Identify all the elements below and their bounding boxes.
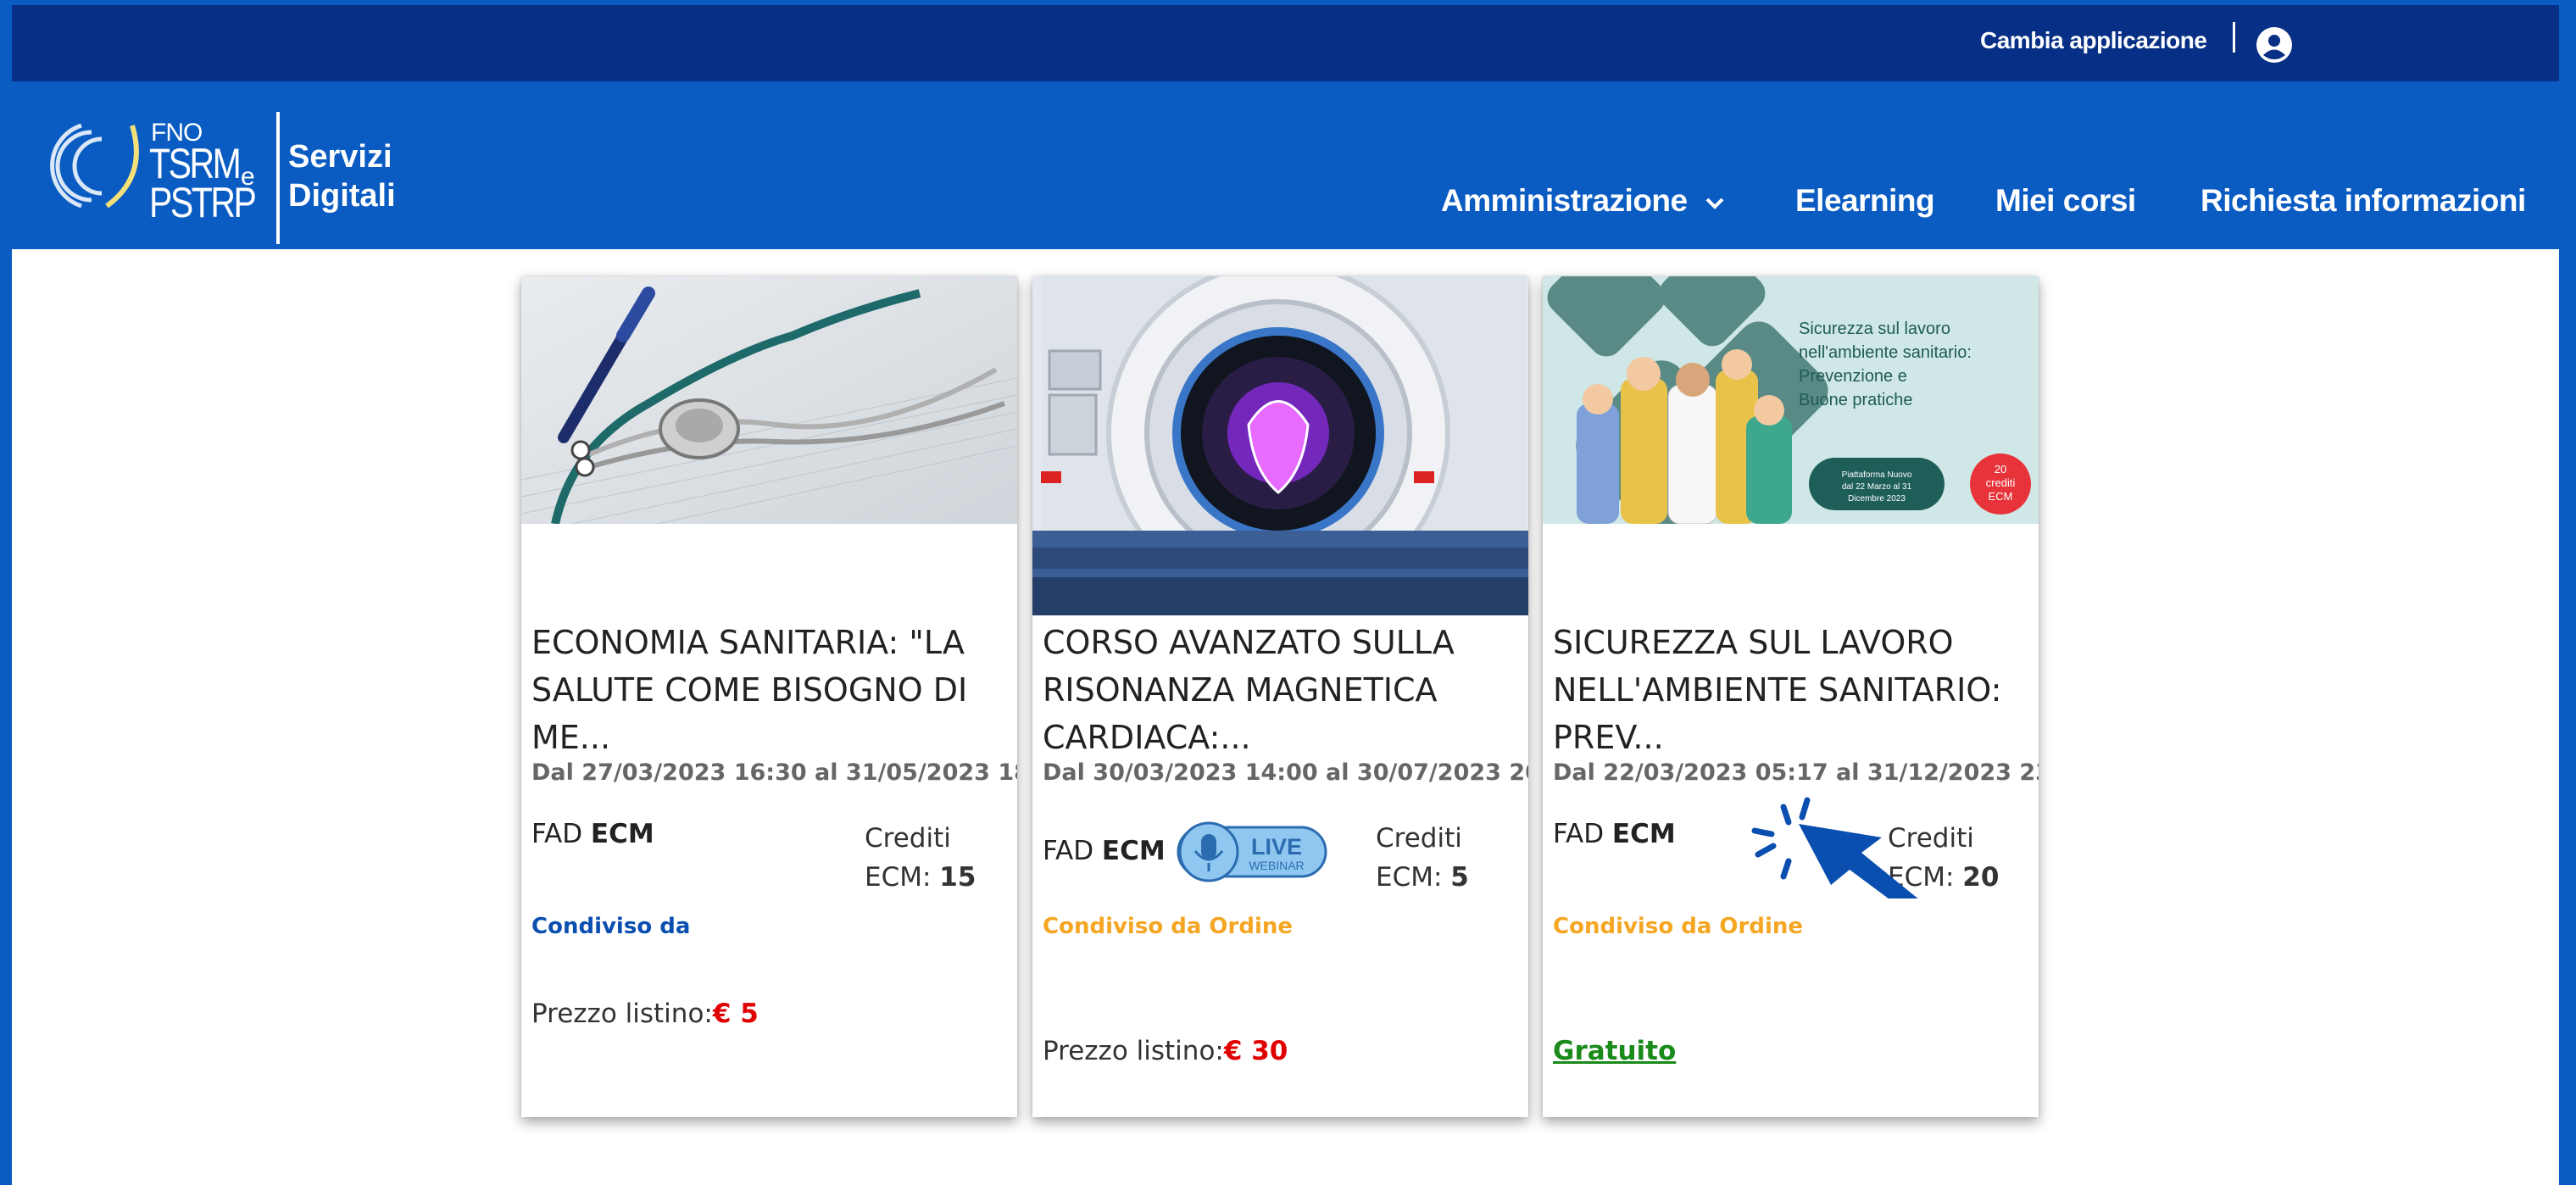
banner-badge-line3: ECM bbox=[1989, 490, 2013, 503]
credits-ecm-label: ECM: bbox=[865, 862, 932, 893]
nav-amministrazione[interactable]: Amministrazione bbox=[1441, 183, 1728, 219]
banner-pill-line3: Dicembre 2023 bbox=[1848, 494, 1906, 503]
logo-rings-icon bbox=[50, 123, 139, 209]
banner-pill-line1: Piattaforma Nuovo bbox=[1842, 470, 1912, 480]
separator bbox=[2233, 22, 2235, 53]
header: FNO TSRM e PSTRP Servizi Digitali Ammini… bbox=[0, 81, 2576, 249]
course-credits: Crediti ECM: 15 bbox=[865, 819, 976, 897]
price-value: € 30 bbox=[1223, 1036, 1288, 1066]
shared-by: Condiviso da Ordine bbox=[1553, 914, 1804, 939]
banner-text-line1: Sicurezza sul lavoro bbox=[1799, 320, 1950, 338]
banner-badge-line2: crediti bbox=[1986, 476, 2016, 489]
mri-scanner-image bbox=[1032, 276, 1528, 615]
user-circle-icon[interactable] bbox=[2255, 25, 2294, 64]
nav-amministrazione-label: Amministrazione bbox=[1441, 183, 1688, 218]
course-title[interactable]: ECONOMIA SANITARIA: "LA SALUTE COME BISO… bbox=[531, 619, 1006, 761]
nav-richiesta-informazioni[interactable]: Richiesta informazioni bbox=[2200, 183, 2526, 219]
credits-value: 20 bbox=[1962, 862, 2000, 893]
credits-value: 15 bbox=[939, 862, 976, 893]
price-value: € 5 bbox=[712, 999, 759, 1029]
nav-elearning[interactable]: Elearning bbox=[1795, 183, 1935, 219]
course-title[interactable]: SICUREZZA SUL LAVORO NELL'AMBIENTE SANIT… bbox=[1553, 619, 2028, 761]
credits-label: Crediti bbox=[1376, 823, 1462, 854]
banner-text-line2: nell'ambiente sanitario: bbox=[1799, 343, 1972, 362]
course-type-ecm: ECM bbox=[1611, 819, 1676, 849]
banner-text-line4: Buone pratiche bbox=[1799, 391, 1913, 409]
course-type-prefix: FAD bbox=[531, 819, 583, 849]
course-dates: Dal 22/03/2023 05:17 al 31/12/2023 23:59 bbox=[1553, 759, 2039, 786]
shared-by: Condiviso da bbox=[531, 914, 691, 939]
logo-divider bbox=[276, 112, 280, 244]
course-credits: Crediti ECM: 5 bbox=[1376, 819, 1469, 897]
logo-pstrp: PSTRP bbox=[149, 179, 257, 226]
credits-value: 5 bbox=[1450, 862, 1469, 893]
course-type-prefix: FAD bbox=[1043, 836, 1094, 866]
course-type: FAD ECM bbox=[1043, 836, 1166, 866]
course-type: FAD ECM bbox=[1553, 819, 1676, 849]
price-label: Prezzo listino: bbox=[1043, 1036, 1224, 1066]
course-card[interactable]: CORSO AVANZATO SULLA RISONANZA MAGNETICA… bbox=[1032, 276, 1528, 1117]
shared-by: Condiviso da Ordine bbox=[1043, 914, 1294, 939]
course-type-prefix: FAD bbox=[1553, 819, 1605, 849]
banner-badge-line1: 20 bbox=[1995, 463, 2006, 476]
live-text: LIVE bbox=[1251, 834, 1302, 860]
live-webinar-badge: LIVE WEBINAR bbox=[1177, 821, 1327, 882]
credits-label: Crediti bbox=[865, 823, 951, 854]
course-dates: Dal 27/03/2023 16:30 al 31/05/2023 18:30 bbox=[531, 759, 1017, 786]
course-card[interactable]: ECONOMIA SANITARIA: "LA SALUTE COME BISO… bbox=[521, 276, 1017, 1117]
banner-text-line3: Prevenzione e bbox=[1799, 367, 1907, 386]
logo-tsrm: TSRM bbox=[149, 140, 242, 187]
credits-ecm-label: ECM: bbox=[1376, 862, 1443, 893]
safety-banner-image: Sicurezza sul lavoro nell'ambiente sanit… bbox=[1543, 276, 2039, 524]
course-card[interactable]: Sicurezza sul lavoro nell'ambiente sanit… bbox=[1543, 276, 2039, 1117]
course-dates: Dal 30/03/2023 14:00 al 30/07/2023 20:00 bbox=[1043, 759, 1528, 786]
fno-logo[interactable]: FNO TSRM e PSTRP Servizi Digitali bbox=[47, 97, 403, 244]
course-type-ecm: ECM bbox=[590, 819, 654, 849]
logo-servizi: Servizi bbox=[288, 139, 392, 175]
course-type-ecm: ECM bbox=[1101, 836, 1166, 866]
price-free-link[interactable]: Gratuito bbox=[1553, 1036, 1676, 1066]
top-bar: Cambia applicazione bbox=[12, 5, 2559, 81]
price-list: Prezzo listino:€ 30 bbox=[1043, 1036, 1288, 1066]
webinar-text: WEBINAR bbox=[1249, 859, 1304, 872]
stethoscope-image bbox=[521, 276, 1017, 524]
price-label: Prezzo listino: bbox=[531, 999, 713, 1029]
nav-miei-corsi[interactable]: Miei corsi bbox=[1995, 183, 2136, 219]
chevron-down-icon bbox=[1705, 198, 1724, 210]
change-application-link[interactable]: Cambia applicazione bbox=[1980, 27, 2207, 54]
logo-digitali: Digitali bbox=[288, 178, 396, 214]
course-type: FAD ECM bbox=[531, 819, 654, 849]
price-list: Prezzo listino:€ 5 bbox=[531, 999, 759, 1029]
click-cursor-icon bbox=[1751, 797, 1918, 898]
logo-servizi-digitali: Servizi Digitali bbox=[288, 137, 396, 215]
course-title[interactable]: CORSO AVANZATO SULLA RISONANZA MAGNETICA… bbox=[1043, 619, 1517, 761]
banner-pill-line2: dal 22 Marzo al 31 bbox=[1842, 482, 1912, 492]
